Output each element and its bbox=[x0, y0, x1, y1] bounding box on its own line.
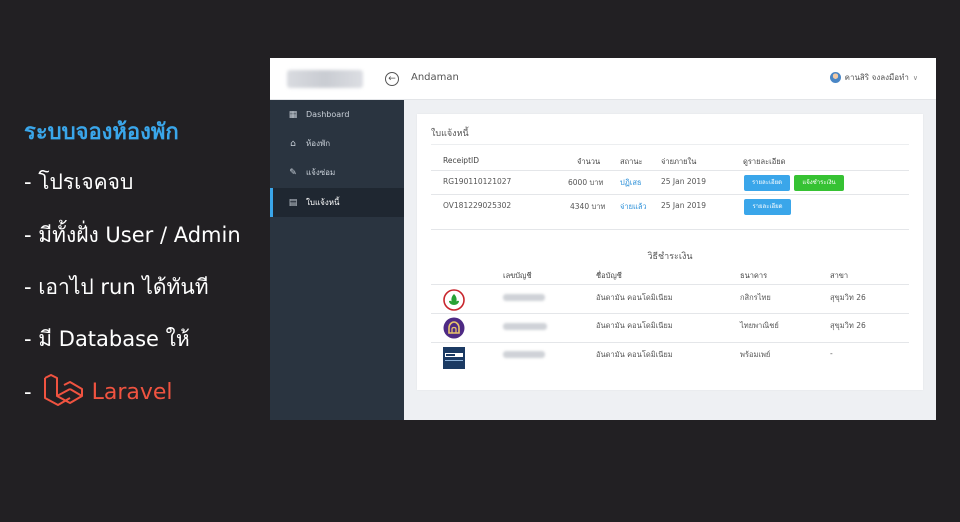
divider bbox=[431, 170, 909, 171]
divider bbox=[431, 194, 909, 195]
repair-icon: ✎ bbox=[289, 167, 297, 178]
amount: 6000 บาท bbox=[568, 178, 604, 187]
column-header: ธนาคาร bbox=[740, 271, 768, 280]
due-date: 25 Jan 2019 bbox=[661, 177, 706, 186]
column-header: สาขา bbox=[830, 271, 849, 280]
account-name: อันดามัน คอนโดมิเนียม bbox=[596, 321, 673, 330]
bank-name: พร้อมเพย์ bbox=[740, 350, 771, 359]
detail-button[interactable]: รายละเอียด bbox=[744, 175, 790, 191]
laravel-line: - Laravel bbox=[24, 374, 173, 410]
divider bbox=[431, 284, 909, 285]
sidebar-item-invoice[interactable]: ▤ ใบแจ้งหนี้ bbox=[270, 188, 404, 217]
sidebar-item-label: Dashboard bbox=[306, 110, 350, 119]
account-number bbox=[503, 294, 545, 301]
divider bbox=[431, 313, 909, 314]
divider bbox=[431, 342, 909, 343]
user-menu[interactable]: คานสิริ จงลงมือทำ ∨ bbox=[829, 71, 918, 84]
column-header: ดูรายละเอียด bbox=[743, 157, 786, 166]
kasikorn-logo-icon bbox=[443, 289, 465, 311]
column-header: จำนวน bbox=[577, 157, 601, 166]
sidebar-item-dashboard[interactable]: ▦ Dashboard bbox=[270, 100, 404, 129]
bank-name: ไทยพาณิชย์ bbox=[740, 321, 779, 330]
app-window: ← Andaman คานสิริ จงลงมือทำ ∨ ▦ Dashboar… bbox=[270, 58, 936, 420]
arrow-left-circle-icon[interactable]: ← bbox=[385, 72, 399, 86]
promo-item: - เอาไป run ได้ทันที bbox=[24, 275, 209, 299]
column-header: ชื่อบัญชี bbox=[596, 271, 622, 280]
column-header: สถานะ bbox=[620, 157, 643, 166]
divider bbox=[431, 229, 909, 230]
detail-button[interactable]: รายละเอียด bbox=[744, 199, 791, 215]
column-header: จ่ายภายใน bbox=[661, 157, 697, 166]
invoice-card: ใบแจ้งหนี้ ReceiptID จำนวน สถานะ จ่ายภาย… bbox=[417, 114, 923, 390]
bank-name: กสิกรไทย bbox=[740, 293, 771, 302]
home-icon: ⌂ bbox=[290, 138, 296, 149]
receipt-id: RG190110121027 bbox=[443, 177, 512, 186]
status-badge: ปฏิเสธ bbox=[620, 178, 642, 187]
branch-name: สุขุมวิท 26 bbox=[830, 321, 866, 330]
branch-name: สุขุมวิท 26 bbox=[830, 293, 866, 302]
promptpay-logo-icon bbox=[443, 347, 465, 369]
account-name: อันดามัน คอนโดมิเนียม bbox=[596, 293, 673, 302]
app-logo[interactable] bbox=[287, 70, 363, 88]
promo-item: - มีทั้งฝั่ง User / Admin bbox=[24, 223, 241, 247]
account-number bbox=[503, 351, 545, 358]
sidebar-item-label: ใบแจ้งหนี้ bbox=[306, 198, 340, 207]
branch-name: - bbox=[830, 349, 833, 358]
dashboard-icon: ▦ bbox=[288, 109, 298, 120]
column-header: ReceiptID bbox=[443, 156, 479, 165]
card-title: ใบแจ้งหนี้ bbox=[431, 129, 469, 139]
scb-logo-icon bbox=[443, 317, 465, 339]
amount: 4340 บาท bbox=[570, 202, 606, 211]
promo-item: - มี Database ให้ bbox=[24, 327, 190, 351]
column-header: เลขบัญชี bbox=[503, 271, 532, 280]
laravel-logo-icon bbox=[43, 374, 83, 406]
laravel-label: Laravel bbox=[91, 379, 173, 405]
user-name: คานสิริ จงลงมือทำ bbox=[844, 73, 909, 82]
account-name: อันดามัน คอนโดมิเนียม bbox=[596, 350, 673, 359]
sidebar-item-label: ห้องพัก bbox=[306, 139, 331, 148]
topbar-title: Andaman bbox=[411, 72, 459, 83]
avatar bbox=[829, 72, 841, 83]
sidebar-item-repair[interactable]: ✎ แจ้งซ่อม bbox=[270, 158, 404, 187]
topbar: ← Andaman คานสิริ จงลงมือทำ ∨ bbox=[270, 58, 936, 100]
chevron-down-icon: ∨ bbox=[912, 73, 918, 82]
invoice-icon: ▤ bbox=[288, 197, 298, 208]
receipt-id: OV181229025302 bbox=[443, 201, 512, 210]
sidebar-item-label: แจ้งซ่อม bbox=[306, 168, 336, 177]
account-number bbox=[503, 323, 547, 330]
promo-title: ระบบจองห้องพัก bbox=[24, 120, 179, 145]
promo-item: - โปรเจคจบ bbox=[24, 170, 134, 194]
due-date: 25 Jan 2019 bbox=[661, 201, 706, 210]
sidebar: ▦ Dashboard ⌂ ห้องพัก ✎ แจ้งซ่อม ▤ ใบแจ้… bbox=[270, 100, 404, 420]
status-badge: จ่ายแล้ว bbox=[620, 202, 647, 211]
payment-title: วิธีชำระเงิน bbox=[647, 252, 693, 262]
notify-payment-button[interactable]: แจ้งชำระเงิน bbox=[794, 175, 844, 191]
sidebar-item-rooms[interactable]: ⌂ ห้องพัก bbox=[270, 129, 404, 158]
promo-item-dash: - bbox=[24, 380, 32, 404]
divider bbox=[431, 144, 909, 145]
